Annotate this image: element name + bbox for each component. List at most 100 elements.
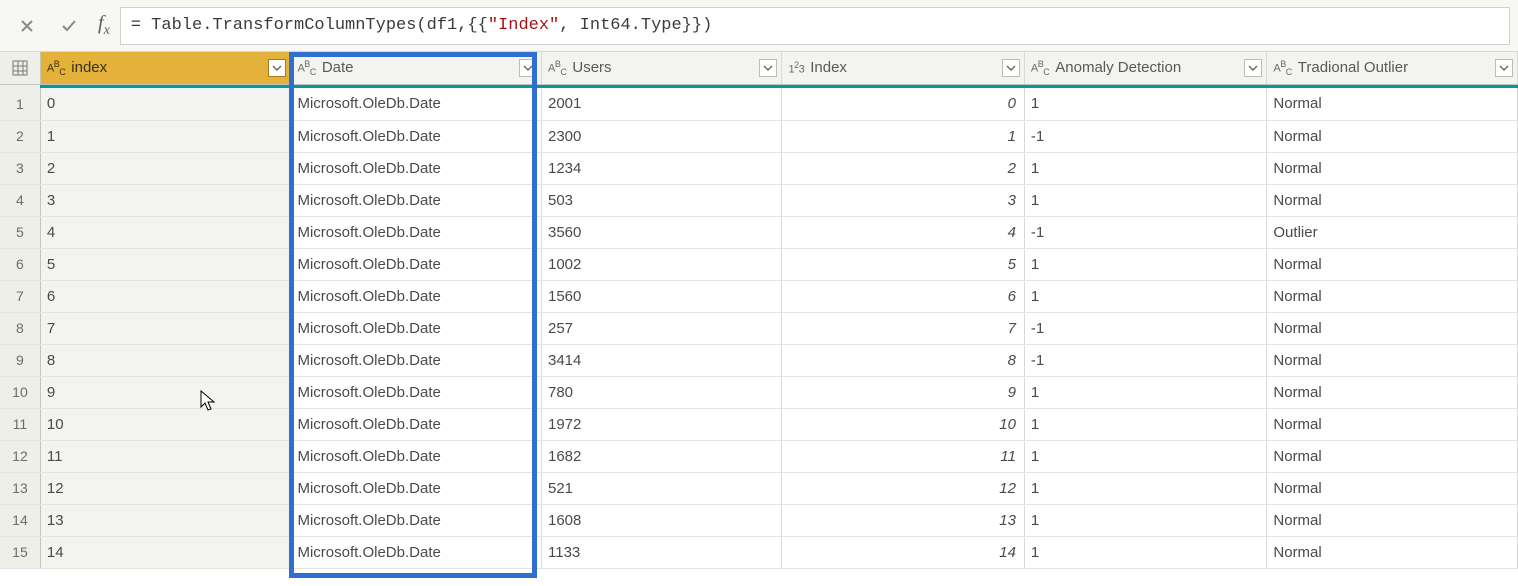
cell-date[interactable]: Microsoft.OleDb.Date xyxy=(291,536,542,568)
cell-index_num[interactable]: 1 xyxy=(782,120,1024,152)
cell-anomaly[interactable]: 1 xyxy=(1024,248,1266,280)
cell-trad[interactable]: Normal xyxy=(1267,88,1518,120)
column-filter-button[interactable] xyxy=(1002,59,1020,77)
cell-index_lc[interactable]: 0 xyxy=(40,88,291,120)
cell-trad[interactable]: Normal xyxy=(1267,376,1518,408)
cell-anomaly[interactable]: -1 xyxy=(1024,120,1266,152)
cell-users[interactable]: 257 xyxy=(542,312,782,344)
cell-index_lc[interactable]: 14 xyxy=(40,536,291,568)
cell-anomaly[interactable]: 1 xyxy=(1024,280,1266,312)
cell-users[interactable]: 1133 xyxy=(542,536,782,568)
row-number[interactable]: 13 xyxy=(0,472,40,504)
cell-date[interactable]: Microsoft.OleDb.Date xyxy=(291,376,542,408)
cell-trad[interactable]: Outlier xyxy=(1267,216,1518,248)
cell-users[interactable]: 1682 xyxy=(542,440,782,472)
cell-users[interactable]: 1234 xyxy=(542,152,782,184)
cell-anomaly[interactable]: 1 xyxy=(1024,184,1266,216)
table-row[interactable]: 1312Microsoft.OleDb.Date521121Normal xyxy=(0,472,1518,504)
cell-anomaly[interactable]: 1 xyxy=(1024,152,1266,184)
cell-date[interactable]: Microsoft.OleDb.Date xyxy=(291,504,542,536)
cell-index_lc[interactable]: 1 xyxy=(40,120,291,152)
cell-index_num[interactable]: 11 xyxy=(782,440,1024,472)
cell-anomaly[interactable]: -1 xyxy=(1024,216,1266,248)
cell-anomaly[interactable]: 1 xyxy=(1024,88,1266,120)
cell-index_num[interactable]: 12 xyxy=(782,472,1024,504)
row-number[interactable]: 5 xyxy=(0,216,40,248)
commit-formula-button[interactable] xyxy=(50,7,88,45)
column-header-index_num[interactable]: 123Index xyxy=(782,52,1024,84)
row-number[interactable]: 3 xyxy=(0,152,40,184)
cell-index_lc[interactable]: 9 xyxy=(40,376,291,408)
cell-trad[interactable]: Normal xyxy=(1267,504,1518,536)
cell-index_num[interactable]: 7 xyxy=(782,312,1024,344)
cell-date[interactable]: Microsoft.OleDb.Date xyxy=(291,312,542,344)
cell-index_num[interactable]: 5 xyxy=(782,248,1024,280)
cell-date[interactable]: Microsoft.OleDb.Date xyxy=(291,472,542,504)
cell-index_num[interactable]: 3 xyxy=(782,184,1024,216)
table-row[interactable]: 76Microsoft.OleDb.Date156061Normal xyxy=(0,280,1518,312)
row-number[interactable]: 7 xyxy=(0,280,40,312)
cell-trad[interactable]: Normal xyxy=(1267,536,1518,568)
row-number[interactable]: 2 xyxy=(0,120,40,152)
cell-index_num[interactable]: 14 xyxy=(782,536,1024,568)
column-filter-button[interactable] xyxy=(1495,59,1513,77)
cell-date[interactable]: Microsoft.OleDb.Date xyxy=(291,120,542,152)
cell-index_num[interactable]: 2 xyxy=(782,152,1024,184)
table-row[interactable]: 1211Microsoft.OleDb.Date1682111Normal xyxy=(0,440,1518,472)
formula-input[interactable]: = Table.TransformColumnTypes(df1,{{ "Ind… xyxy=(120,7,1510,45)
cell-date[interactable]: Microsoft.OleDb.Date xyxy=(291,216,542,248)
cell-index_lc[interactable]: 6 xyxy=(40,280,291,312)
cell-index_lc[interactable]: 3 xyxy=(40,184,291,216)
cell-date[interactable]: Microsoft.OleDb.Date xyxy=(291,280,542,312)
table-row[interactable]: 1514Microsoft.OleDb.Date1133141Normal xyxy=(0,536,1518,568)
cell-trad[interactable]: Normal xyxy=(1267,472,1518,504)
cell-trad[interactable]: Normal xyxy=(1267,152,1518,184)
table-row[interactable]: 98Microsoft.OleDb.Date34148-1Normal xyxy=(0,344,1518,376)
cell-users[interactable]: 780 xyxy=(542,376,782,408)
cell-trad[interactable]: Normal xyxy=(1267,344,1518,376)
cell-anomaly[interactable]: 1 xyxy=(1024,536,1266,568)
row-number[interactable]: 8 xyxy=(0,312,40,344)
select-all-corner[interactable] xyxy=(0,52,40,84)
cell-users[interactable]: 521 xyxy=(542,472,782,504)
cell-index_num[interactable]: 8 xyxy=(782,344,1024,376)
cell-anomaly[interactable]: 1 xyxy=(1024,472,1266,504)
cell-index_num[interactable]: 10 xyxy=(782,408,1024,440)
table-row[interactable]: 43Microsoft.OleDb.Date50331Normal xyxy=(0,184,1518,216)
cell-index_num[interactable]: 4 xyxy=(782,216,1024,248)
cell-index_lc[interactable]: 4 xyxy=(40,216,291,248)
cell-index_lc[interactable]: 5 xyxy=(40,248,291,280)
cell-anomaly[interactable]: 1 xyxy=(1024,408,1266,440)
cell-users[interactable]: 2001 xyxy=(542,88,782,120)
table-row[interactable]: 10Microsoft.OleDb.Date200101Normal xyxy=(0,88,1518,120)
table-row[interactable]: 87Microsoft.OleDb.Date2577-1Normal xyxy=(0,312,1518,344)
cell-trad[interactable]: Normal xyxy=(1267,120,1518,152)
cell-trad[interactable]: Normal xyxy=(1267,184,1518,216)
cell-index_num[interactable]: 13 xyxy=(782,504,1024,536)
cell-trad[interactable]: Normal xyxy=(1267,280,1518,312)
row-number[interactable]: 15 xyxy=(0,536,40,568)
cell-date[interactable]: Microsoft.OleDb.Date xyxy=(291,344,542,376)
cell-index_num[interactable]: 6 xyxy=(782,280,1024,312)
cell-anomaly[interactable]: -1 xyxy=(1024,344,1266,376)
table-row[interactable]: 21Microsoft.OleDb.Date23001-1Normal xyxy=(0,120,1518,152)
table-row[interactable]: 109Microsoft.OleDb.Date78091Normal xyxy=(0,376,1518,408)
cell-index_lc[interactable]: 12 xyxy=(40,472,291,504)
cell-date[interactable]: Microsoft.OleDb.Date xyxy=(291,440,542,472)
cell-index_lc[interactable]: 13 xyxy=(40,504,291,536)
row-number[interactable]: 12 xyxy=(0,440,40,472)
column-filter-button[interactable] xyxy=(519,59,537,77)
cell-users[interactable]: 1002 xyxy=(542,248,782,280)
row-number[interactable]: 4 xyxy=(0,184,40,216)
column-filter-button[interactable] xyxy=(759,59,777,77)
cell-trad[interactable]: Normal xyxy=(1267,312,1518,344)
cell-users[interactable]: 503 xyxy=(542,184,782,216)
cell-date[interactable]: Microsoft.OleDb.Date xyxy=(291,408,542,440)
cell-users[interactable]: 2300 xyxy=(542,120,782,152)
cell-index_lc[interactable]: 8 xyxy=(40,344,291,376)
row-number[interactable]: 11 xyxy=(0,408,40,440)
column-filter-button[interactable] xyxy=(268,59,286,77)
column-header-anomaly[interactable]: ABCAnomaly Detection xyxy=(1024,52,1266,84)
cell-date[interactable]: Microsoft.OleDb.Date xyxy=(291,152,542,184)
column-header-trad[interactable]: ABCTradional Outlier xyxy=(1267,52,1518,84)
